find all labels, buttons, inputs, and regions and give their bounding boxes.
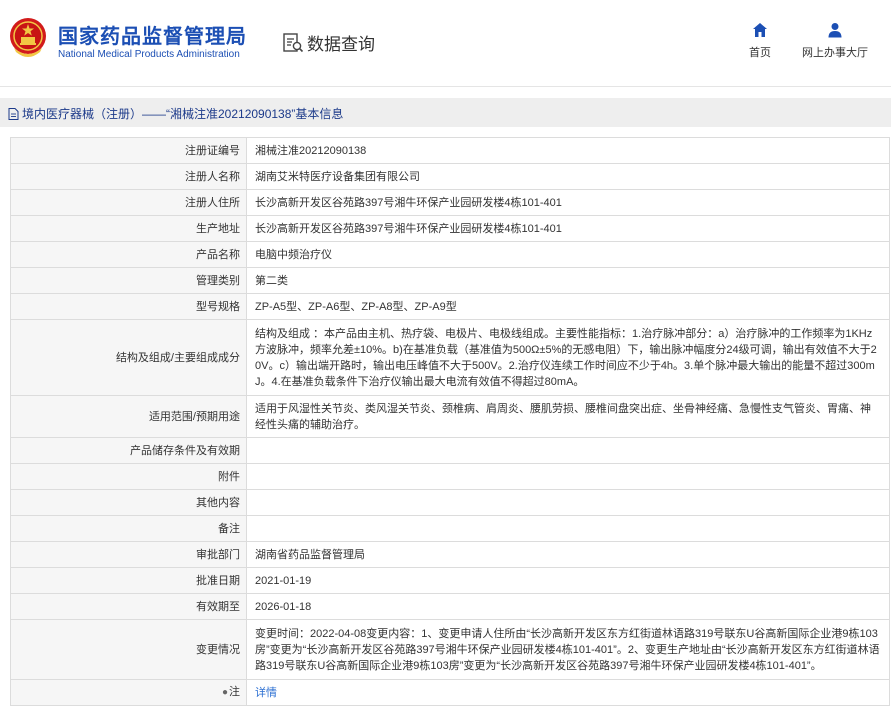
row-label: 附件 bbox=[10, 463, 247, 490]
row-value: 结构及组成 ：本产品由主机、热疗袋、电极片、电极线组成。主要性能指标：1.治疗脉… bbox=[246, 319, 890, 396]
user-icon bbox=[828, 23, 842, 38]
row-label: 产品储存条件及有效期 bbox=[10, 437, 247, 464]
row-value bbox=[246, 437, 890, 464]
row-label: 适用范围/预期用途 bbox=[10, 395, 247, 438]
row-value: 2026-01-18 bbox=[246, 593, 890, 620]
row-label: 注册人住所 bbox=[10, 189, 247, 216]
note-label-cell: ●注 bbox=[10, 679, 247, 706]
breadcrumb: 境内医疗器械（注册）——“湘械注准20212090138”基本信息 bbox=[8, 105, 343, 122]
row-value: ZP-A5型、ZP-A6型、ZP-A8型、ZP-A9型 bbox=[246, 293, 890, 320]
row-label: 管理类别 bbox=[10, 267, 247, 294]
row-value: 湘械注准20212090138 bbox=[246, 137, 890, 164]
row-value: 适用于风湿性关节炎、类风湿关节炎、颈椎病、肩周炎、腰肌劳损、腰椎间盘突出症、坐骨… bbox=[246, 395, 890, 438]
breadcrumb-bar: 境内医疗器械（注册）——“湘械注准20212090138”基本信息 bbox=[0, 98, 891, 127]
row-value bbox=[246, 463, 890, 490]
row-value: 长沙高新开发区谷苑路397号湘牛环保产业园研发楼4栋101-401 bbox=[246, 189, 890, 216]
table-row: 产品名称 电脑中频治疗仪 bbox=[10, 241, 890, 268]
row-value bbox=[246, 489, 890, 516]
site-title-cn[interactable]: 国家药品监督管理局 bbox=[58, 20, 247, 49]
row-label: 审批部门 bbox=[10, 541, 247, 568]
data-query-section[interactable]: 数据查询 bbox=[282, 30, 375, 55]
table-row: ●注 详情 bbox=[10, 679, 890, 706]
row-value bbox=[246, 515, 890, 542]
row-label: 批准日期 bbox=[10, 567, 247, 594]
row-label: 备注 bbox=[10, 515, 247, 542]
table-row: 适用范围/预期用途 适用于风湿性关节炎、类风湿关节炎、颈椎病、肩周炎、腰肌劳损、… bbox=[10, 395, 890, 438]
table-row: 备注 bbox=[10, 515, 890, 542]
table-row: 结构及组成/主要组成成分 结构及组成 ：本产品由主机、热疗袋、电极片、电极线组成… bbox=[10, 319, 890, 396]
document-icon bbox=[8, 107, 19, 120]
note-value-cell: 详情 bbox=[246, 679, 890, 706]
table-row: 有效期至 2026-01-18 bbox=[10, 593, 890, 620]
site-title-en[interactable]: National Medical Products Administration bbox=[58, 49, 240, 60]
row-label: 变更情况 bbox=[10, 619, 247, 680]
header-divider bbox=[0, 86, 891, 87]
nav-service-hall-label: 网上办事大厅 bbox=[802, 47, 868, 59]
row-value: 第二类 bbox=[246, 267, 890, 294]
row-value: 电脑中频治疗仪 bbox=[246, 241, 890, 268]
row-label: 结构及组成/主要组成成分 bbox=[10, 319, 247, 396]
table-row: 附件 bbox=[10, 463, 890, 490]
national-emblem-icon bbox=[10, 18, 46, 57]
nav-home-label: 首页 bbox=[749, 47, 771, 59]
table-row: 其他内容 bbox=[10, 489, 890, 516]
table-row: 审批部门 湖南省药品监督管理局 bbox=[10, 541, 890, 568]
nav-home[interactable]: 首页 bbox=[745, 22, 775, 60]
row-label: 注册证编号 bbox=[10, 137, 247, 164]
row-label: 注册人名称 bbox=[10, 163, 247, 190]
table-row: 管理类别 第二类 bbox=[10, 267, 890, 294]
home-icon bbox=[753, 23, 767, 37]
site-header: 国家药品监督管理局 National Medical Products Admi… bbox=[0, 0, 891, 86]
table-row: 变更情况 变更时间：2022-04-08变更内容：1、变更申请人住所由“长沙高新… bbox=[10, 619, 890, 680]
details-link[interactable]: 详情 bbox=[255, 687, 277, 699]
nav-service-hall[interactable]: 网上办事大厅 bbox=[797, 22, 873, 60]
table-row: 产品储存条件及有效期 bbox=[10, 437, 890, 464]
table-row: 批准日期 2021-01-19 bbox=[10, 567, 890, 594]
table-row: 注册证编号 湘械注准20212090138 bbox=[10, 137, 890, 164]
row-value: 湖南省药品监督管理局 bbox=[246, 541, 890, 568]
row-label: 生产地址 bbox=[10, 215, 247, 242]
row-value: 湖南艾米特医疗设备集团有限公司 bbox=[246, 163, 890, 190]
row-label: 产品名称 bbox=[10, 241, 247, 268]
table-row: 生产地址 长沙高新开发区谷苑路397号湘牛环保产业园研发楼4栋101-401 bbox=[10, 215, 890, 242]
table-row: 型号规格 ZP-A5型、ZP-A6型、ZP-A8型、ZP-A9型 bbox=[10, 293, 890, 320]
row-label: 型号规格 bbox=[10, 293, 247, 320]
breadcrumb-text: 境内医疗器械（注册）——“湘械注准20212090138”基本信息 bbox=[22, 107, 344, 121]
table-row: 注册人住所 长沙高新开发区谷苑路397号湘牛环保产业园研发楼4栋101-401 bbox=[10, 189, 890, 216]
row-value: 长沙高新开发区谷苑路397号湘牛环保产业园研发楼4栋101-401 bbox=[246, 215, 890, 242]
row-label: 其他内容 bbox=[10, 489, 247, 516]
pin-icon: ● bbox=[221, 687, 228, 698]
registration-info-table: 注册证编号 湘械注准20212090138 注册人名称 湖南艾米特医疗设备集团有… bbox=[10, 137, 890, 706]
table-row: 注册人名称 湖南艾米特医疗设备集团有限公司 bbox=[10, 163, 890, 190]
row-label: 有效期至 bbox=[10, 593, 247, 620]
row-value: 2021-01-19 bbox=[246, 567, 890, 594]
row-value: 变更时间：2022-04-08变更内容：1、变更申请人住所由“长沙高新开发区东方… bbox=[246, 619, 890, 680]
data-query-label: 数据查询 bbox=[307, 35, 375, 54]
note-label: 注 bbox=[229, 686, 240, 698]
search-document-icon bbox=[283, 32, 304, 52]
